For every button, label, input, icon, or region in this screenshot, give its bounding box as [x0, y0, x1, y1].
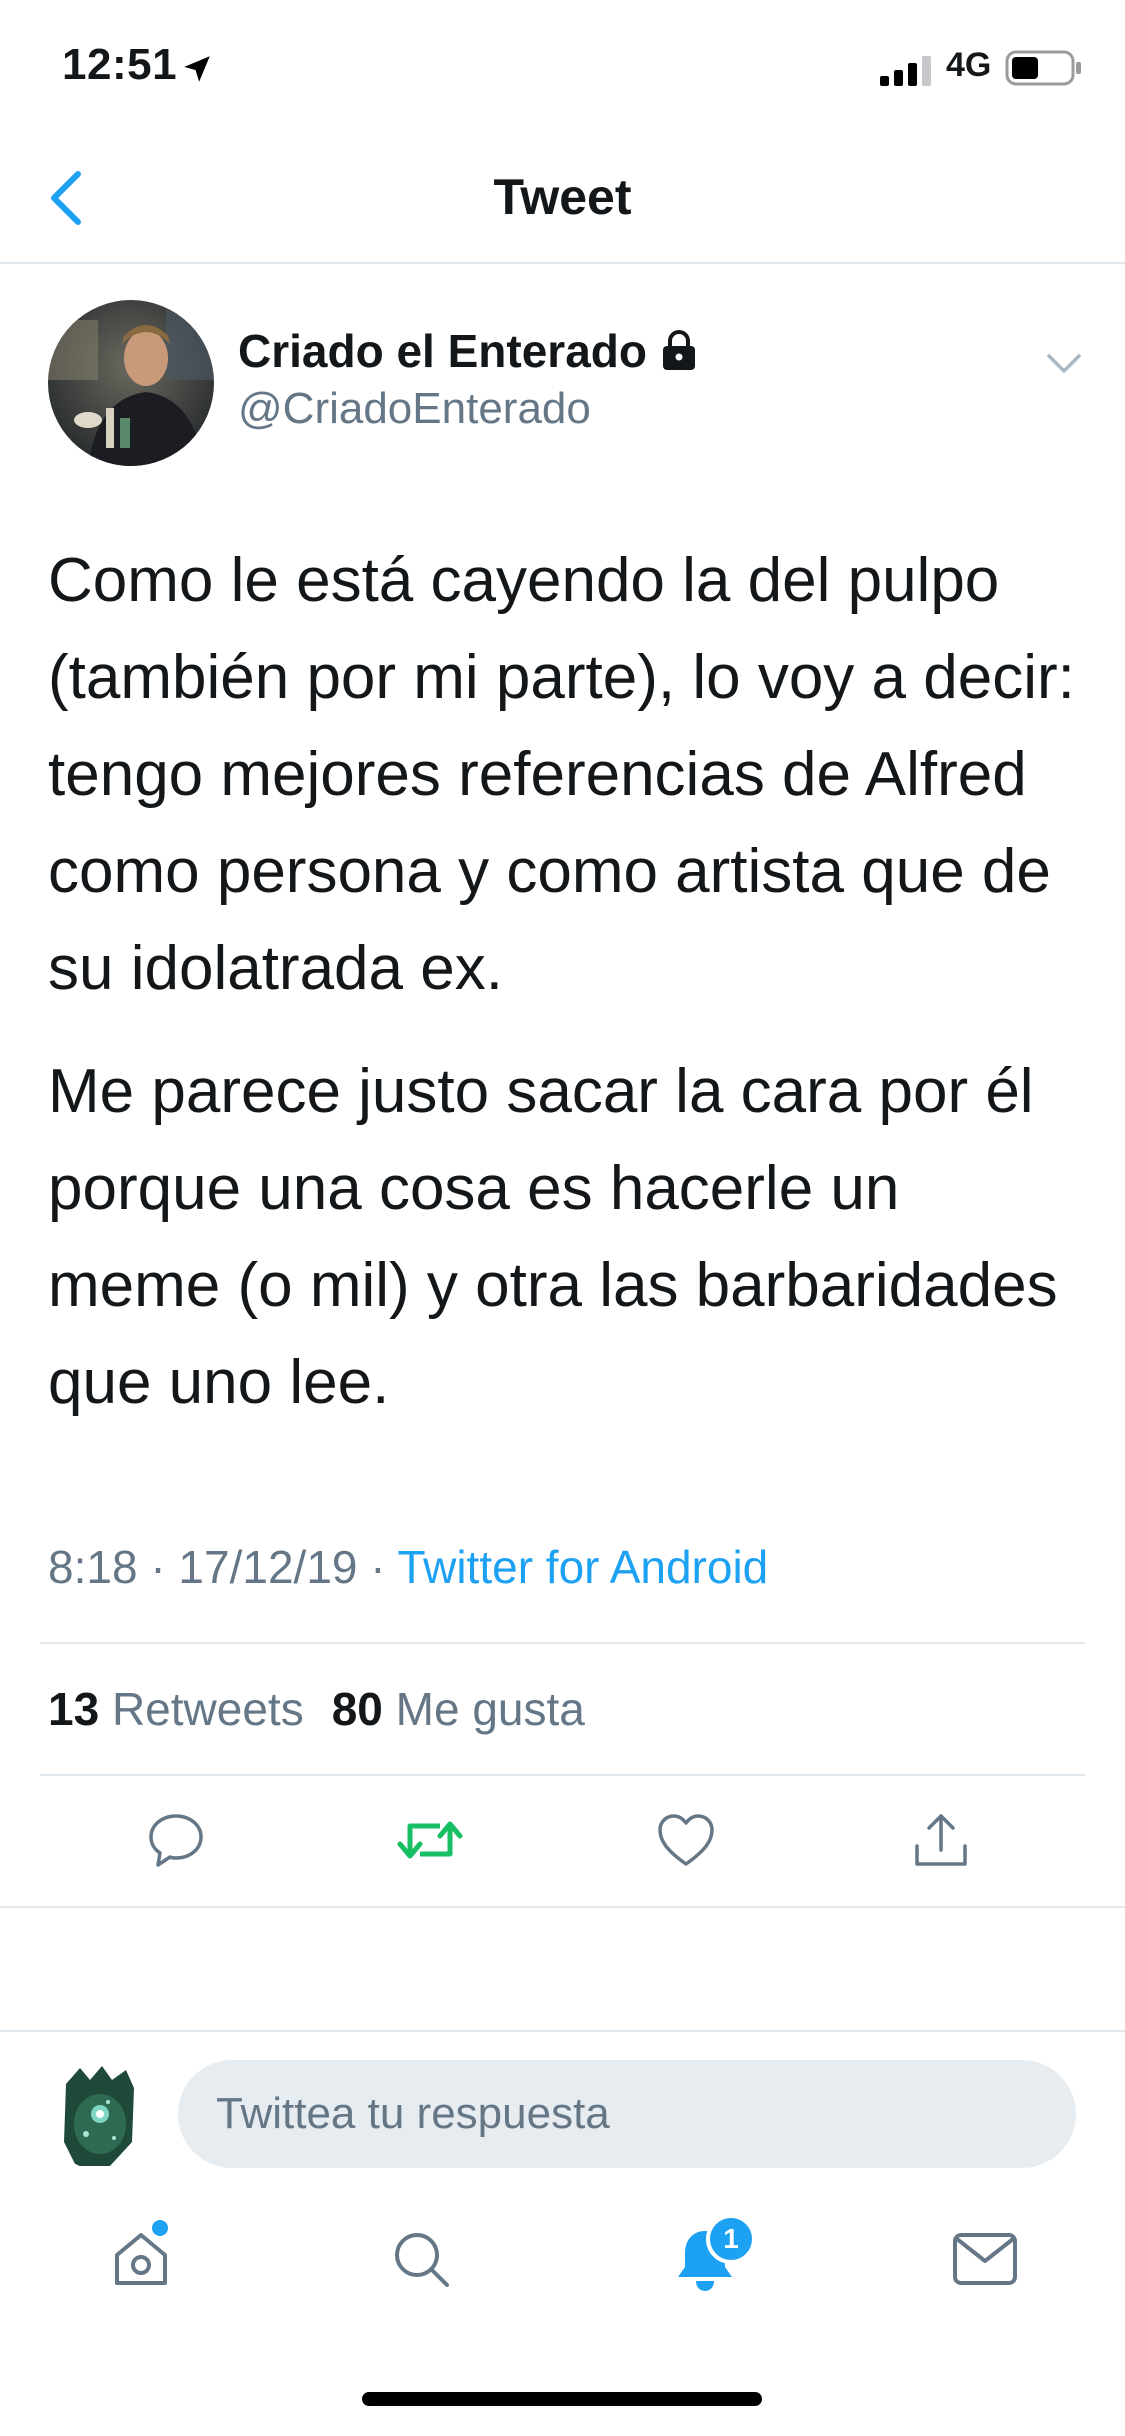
- signal-bars-icon: [880, 56, 931, 86]
- likes-count: 80: [331, 1683, 383, 1735]
- author-avatar[interactable]: [48, 300, 214, 466]
- share-icon: [915, 1814, 967, 1866]
- tweet-detail-screen: 12:51 4G Tweet Criado el Enterado @Criad…: [0, 0, 1125, 2436]
- retweet-icon: [397, 1821, 463, 1859]
- tweet-author: Criado el Enterado @CriadoEnterado: [0, 296, 1125, 476]
- chevron-down-icon: [1047, 354, 1081, 373]
- tweet-actions: [0, 1790, 1125, 1890]
- retweets-count: 13: [48, 1683, 100, 1735]
- tweet-stats: 13 Retweets 80 Me gusta: [48, 1682, 585, 1736]
- retweet-button[interactable]: [394, 1804, 466, 1876]
- tweet-paragraph: Como le está cayendo la del pulpo (tambi…: [48, 546, 1075, 1003]
- tweet-text: Como le está cayendo la del pulpo (tambi…: [48, 532, 1088, 1457]
- retweets-stat[interactable]: 13 Retweets: [48, 1683, 304, 1735]
- meta-separator: ·: [370, 1541, 386, 1593]
- author-handle[interactable]: @CriadoEnterado: [238, 384, 591, 434]
- mail-icon: [953, 2233, 1017, 2285]
- likes-label: Me gusta: [395, 1683, 585, 1735]
- tweet-options-button[interactable]: [1036, 336, 1092, 392]
- share-button[interactable]: [905, 1804, 977, 1876]
- avatar-illustration-icon: [46, 2062, 154, 2170]
- home-unread-dot: [152, 2220, 168, 2236]
- user-avatar[interactable]: [46, 2062, 154, 2170]
- lock-icon: [662, 330, 695, 370]
- page-title: Tweet: [493, 169, 632, 225]
- tweet-source-link[interactable]: Twitter for Android: [398, 1541, 769, 1593]
- author-name[interactable]: Criado el Enterado: [238, 324, 699, 378]
- home-icon: [115, 2233, 167, 2285]
- divider: [0, 1906, 1125, 1908]
- tab-messages[interactable]: [940, 2214, 1030, 2304]
- battery-icon: [1005, 50, 1081, 86]
- tweet-time: 8:18: [48, 1541, 138, 1593]
- tab-home[interactable]: [96, 2214, 186, 2304]
- nav-header: Tweet: [0, 132, 1125, 264]
- divider: [0, 2030, 1125, 2032]
- tab-search[interactable]: [376, 2214, 466, 2304]
- author-name-text: Criado el Enterado: [238, 325, 647, 377]
- divider: [40, 1774, 1085, 1776]
- home-indicator[interactable]: [362, 2392, 762, 2406]
- tweet-paragraph: Me parece justo sacar la cara por él por…: [48, 1057, 1058, 1417]
- network-type: 4G: [946, 46, 992, 84]
- reply-button[interactable]: [140, 1804, 212, 1876]
- heart-icon: [658, 1814, 714, 1866]
- tweet-meta: 8:18 · 17/12/19 · Twitter for Android: [48, 1540, 768, 1594]
- search-icon: [395, 2233, 449, 2287]
- reply-icon: [149, 1814, 203, 1867]
- tweet-date: 17/12/19: [178, 1541, 358, 1593]
- reply-input[interactable]: [178, 2060, 1076, 2168]
- notifications-badge: 1: [706, 2214, 756, 2264]
- tab-notifications[interactable]: 1: [660, 2214, 756, 2304]
- location-arrow-icon: [184, 56, 210, 82]
- like-button[interactable]: [650, 1804, 722, 1876]
- tab-bar: 1: [0, 2194, 1125, 2334]
- meta-separator: ·: [150, 1541, 166, 1593]
- likes-stat[interactable]: 80 Me gusta: [332, 1683, 585, 1735]
- avatar-photo-icon: [48, 300, 214, 466]
- divider: [40, 1642, 1085, 1644]
- status-time: 12:51: [62, 40, 178, 89]
- status-bar: 12:51 4G: [0, 0, 1125, 132]
- retweets-label: Retweets: [111, 1683, 304, 1735]
